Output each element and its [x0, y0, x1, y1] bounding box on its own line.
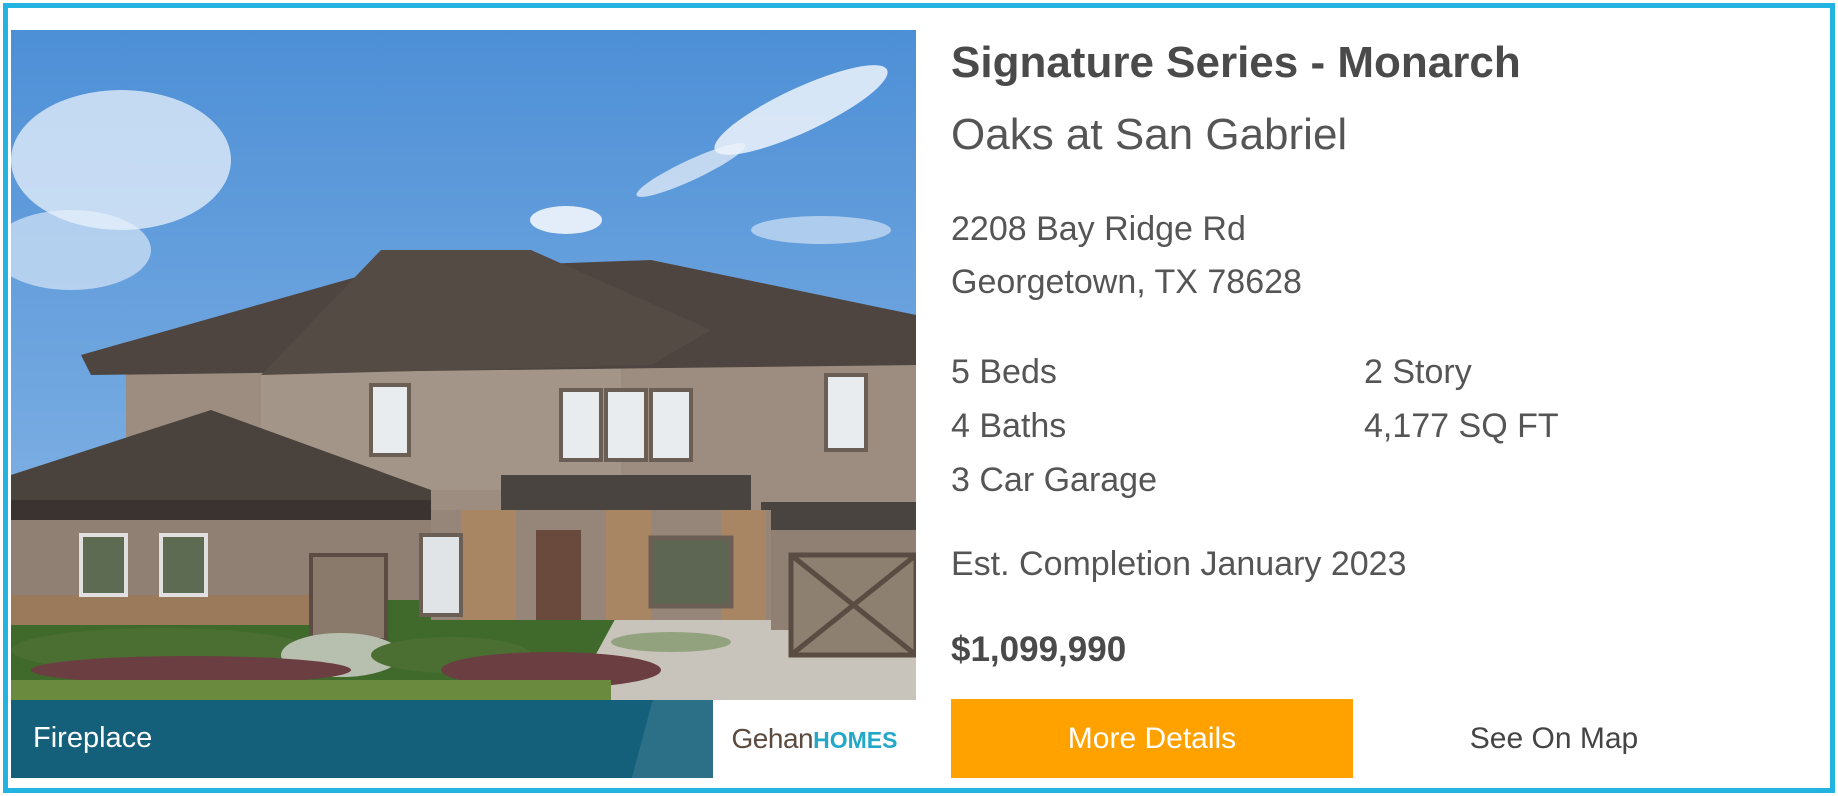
builder-logo-part1: Gehan: [731, 723, 814, 754]
listing-media[interactable]: Fireplace GehanHOMES: [11, 30, 916, 778]
listing-price: $1,099,990: [951, 630, 1127, 669]
address-line-1: 2208 Bay Ridge Rd: [951, 210, 1246, 248]
builder-logo-text: GehanHOMES: [732, 723, 898, 755]
community-name: Oaks at San Gabriel: [951, 110, 1348, 159]
completion-date: Est. Completion January 2023: [951, 545, 1407, 583]
spec-baths: 4 Baths: [951, 407, 1067, 445]
feature-label: Fireplace: [33, 722, 153, 754]
address-line-2: Georgetown, TX 78628: [951, 263, 1302, 301]
feature-bar: Fireplace: [11, 700, 713, 778]
builder-logo-part2: HOMES: [813, 727, 898, 753]
home-listing-card[interactable]: Fireplace GehanHOMES Signature Series - …: [3, 3, 1835, 793]
home-photo[interactable]: [11, 30, 916, 700]
spec-garage: 3 Car Garage: [951, 461, 1157, 499]
spec-beds: 5 Beds: [951, 353, 1057, 391]
builder-logo: GehanHOMES: [713, 700, 916, 778]
spec-stories: 2 Story: [1364, 353, 1472, 391]
listing-info: Signature Series - Monarch Oaks at San G…: [951, 30, 1811, 778]
see-on-map-button[interactable]: See On Map: [1353, 699, 1755, 778]
listing-title[interactable]: Signature Series - Monarch: [951, 38, 1521, 88]
feature-bar-shade: [603, 700, 713, 778]
more-details-button[interactable]: More Details: [951, 699, 1353, 778]
spec-sqft: 4,177 SQ FT: [1364, 407, 1559, 445]
